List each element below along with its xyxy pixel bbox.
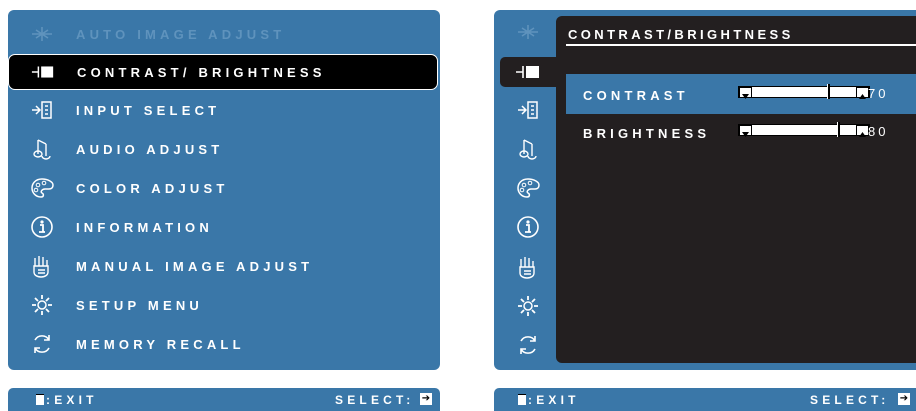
menu-item-label: MANUAL IMAGE ADJUST: [76, 258, 314, 274]
menu-item-contrast-brightness[interactable]: CONTRAST/ BRIGHTNESS: [8, 54, 438, 90]
audio-icon[interactable]: [500, 138, 556, 160]
contrast-slider-thumb[interactable]: [827, 84, 830, 99]
menu-item-label: COLOR ADJUST: [76, 180, 229, 196]
menu-item-memory-recall[interactable]: MEMORY RECALL: [8, 327, 436, 361]
exit-label: :EXIT: [528, 393, 580, 407]
exit-icon: [518, 394, 526, 405]
auto-adjust-icon[interactable]: [500, 24, 556, 40]
info-icon[interactable]: [500, 215, 556, 239]
decrease-icon[interactable]: [739, 125, 752, 137]
contrast-slider[interactable]: [738, 84, 870, 99]
select-icon: ➔: [898, 393, 910, 405]
left-status-bar: :EXIT SELECT: ➔: [8, 388, 440, 411]
contrast-label: CONTRAST: [583, 88, 689, 103]
right-status-bar: :EXIT SELECT: ➔: [494, 388, 916, 411]
brightness-slider-thumb[interactable]: [837, 122, 840, 137]
decrease-icon[interactable]: [739, 87, 752, 99]
select-label: SELECT:: [810, 393, 890, 407]
submenu-title: CONTRAST/BRIGHTNESS: [568, 27, 794, 42]
brightness-slider[interactable]: [738, 122, 870, 137]
color-icon: [30, 176, 54, 200]
color-icon[interactable]: [500, 177, 556, 199]
manual-adjust-icon[interactable]: [500, 255, 556, 279]
exit-icon: [36, 394, 44, 405]
recall-icon: [30, 332, 54, 356]
menu-item-color-adjust[interactable]: COLOR ADJUST: [8, 171, 436, 205]
input-icon: [30, 98, 54, 122]
contrast-value: 70: [868, 86, 889, 101]
menu-item-label: INPUT SELECT: [76, 102, 221, 118]
menu-item-label: AUTO IMAGE ADJUST: [76, 26, 286, 42]
brightness-label: BRIGHTNESS: [583, 126, 711, 141]
menu-item-input-select[interactable]: INPUT SELECT: [8, 93, 436, 127]
gear-icon[interactable]: [500, 294, 556, 318]
menu-item-label: AUDIO ADJUST: [76, 141, 224, 157]
exit-label: :EXIT: [46, 393, 98, 407]
menu-item-label: MEMORY RECALL: [76, 336, 245, 352]
menu-item-manual-image-adjust[interactable]: MANUAL IMAGE ADJUST: [8, 249, 436, 283]
title-underline: [566, 44, 916, 46]
audio-icon: [30, 137, 54, 161]
submenu-dark-area: [556, 16, 916, 363]
auto-adjust-icon: [30, 22, 54, 46]
menu-item-label: INFORMATION: [76, 219, 213, 235]
brightness-value: 80: [868, 124, 889, 139]
menu-item-label: SETUP MENU: [76, 297, 203, 313]
select-label: SELECT:: [335, 393, 415, 407]
contrast-icon: [31, 60, 55, 84]
manual-adjust-icon: [30, 254, 54, 278]
menu-item-auto-image-adjust[interactable]: AUTO IMAGE ADJUST: [8, 17, 436, 51]
recall-icon[interactable]: [500, 333, 556, 357]
menu-item-audio-adjust[interactable]: AUDIO ADJUST: [8, 132, 436, 166]
menu-item-setup-menu[interactable]: SETUP MENU: [8, 288, 436, 322]
menu-item-label: CONTRAST/ BRIGHTNESS: [77, 64, 326, 80]
input-icon[interactable]: [500, 99, 556, 121]
info-icon: [30, 215, 54, 239]
gear-icon: [30, 293, 54, 317]
contrast-icon-selected[interactable]: [500, 57, 556, 87]
select-icon: ➔: [420, 393, 432, 405]
menu-item-information[interactable]: INFORMATION: [8, 210, 436, 244]
